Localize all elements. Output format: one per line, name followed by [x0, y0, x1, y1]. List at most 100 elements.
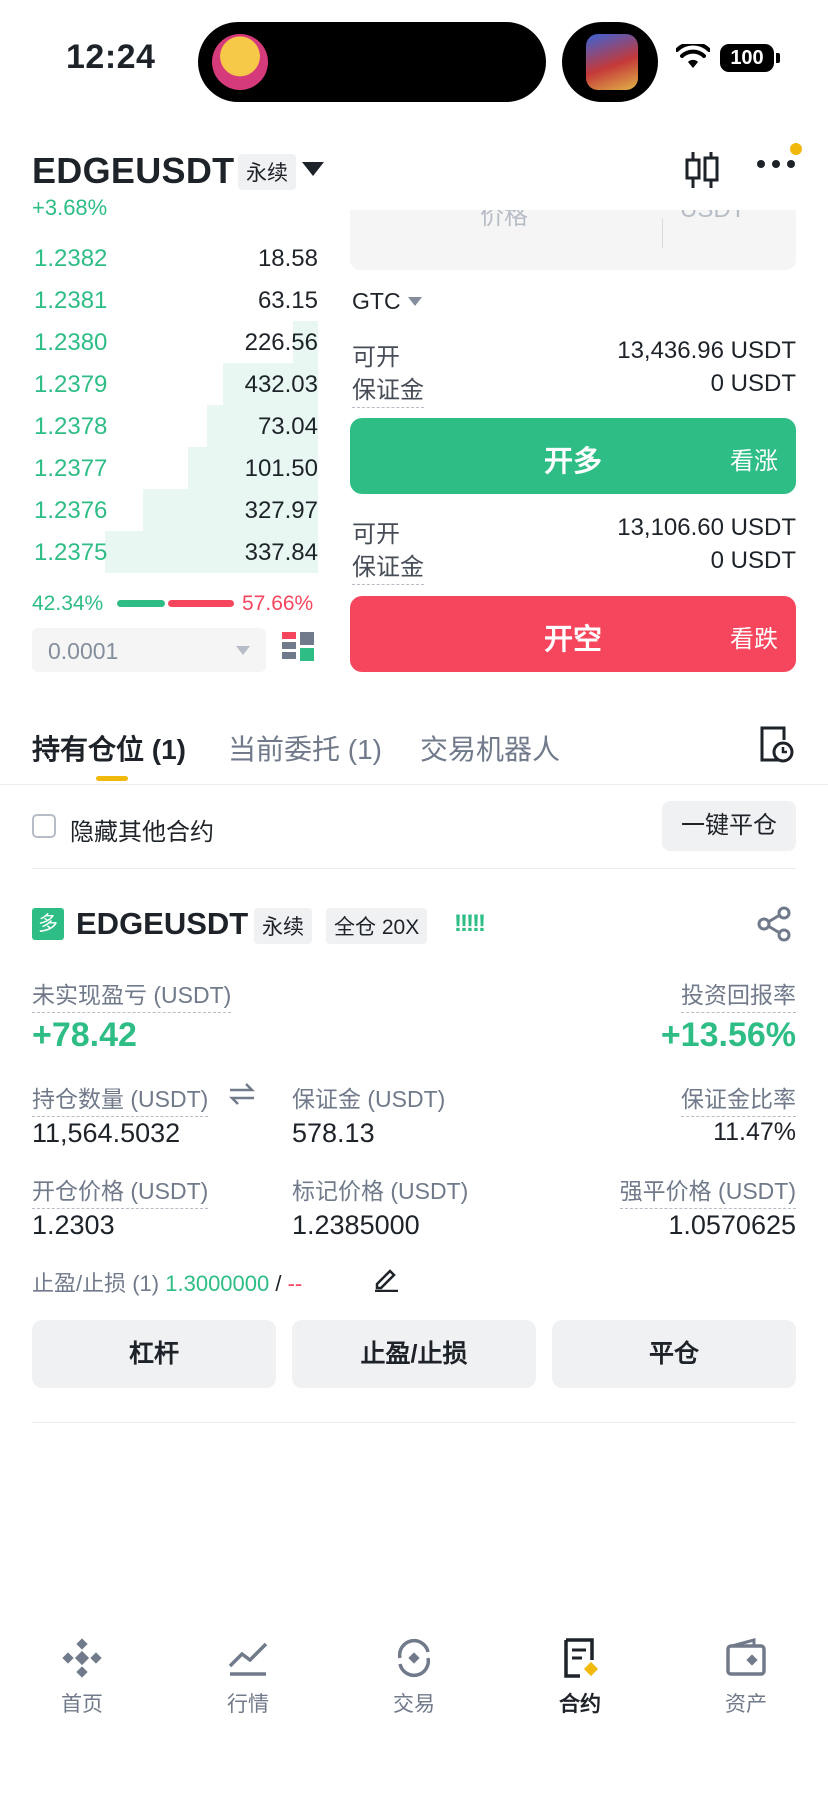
ob-price: 1.2381: [34, 287, 108, 314]
open-short-button[interactable]: 开空 看跌: [350, 596, 796, 672]
order-book-row[interactable]: 1.2378 73.04: [0, 405, 318, 447]
ob-qty: 73.04: [257, 413, 318, 440]
short-available-label: 可开: [352, 521, 400, 548]
buy-ratio-bar: [117, 600, 165, 607]
order-book-row[interactable]: 1.2381 63.15: [0, 279, 318, 321]
nav-assets[interactable]: 资产: [676, 1636, 816, 1718]
swap-units-icon[interactable]: [228, 1082, 256, 1106]
share-icon[interactable]: [756, 906, 792, 942]
edit-icon[interactable]: [372, 1264, 400, 1292]
nav-trade-label: 交易: [393, 1693, 435, 1716]
margin-ratio-label[interactable]: 保证金比率: [681, 1080, 796, 1117]
close-position-button[interactable]: 平仓: [552, 1320, 796, 1388]
margin-label: 保证金 (USDT): [292, 1086, 446, 1112]
divider: [32, 868, 796, 869]
margin-mode-tag[interactable]: 全仓 20X: [326, 908, 428, 944]
nav-futures[interactable]: 合约: [510, 1636, 650, 1718]
divider: [32, 1422, 796, 1423]
open-long-button[interactable]: 开多 看涨: [350, 418, 796, 494]
ob-price: 1.2379: [34, 371, 108, 398]
open-short-sublabel: 看跌: [730, 626, 778, 653]
hide-other-label[interactable]: 隐藏其他合约: [70, 812, 214, 847]
order-book-layout-icon[interactable]: [282, 632, 314, 666]
open-long-sublabel: 看涨: [730, 448, 778, 475]
margin-value: 578.13: [292, 1118, 375, 1148]
field-divider: [662, 218, 663, 248]
price-input[interactable]: 价格 USDT: [350, 210, 796, 270]
tpsl-row: 止盈/止损 (1) 1.3000000 / --: [32, 1266, 302, 1298]
chevron-down-icon: [408, 297, 422, 306]
ob-qty: 432.03: [244, 371, 318, 398]
order-book-row[interactable]: 1.2382 18.58: [0, 237, 318, 279]
home-icon: [62, 1638, 102, 1678]
long-margin-value: 0 USDT: [710, 370, 796, 397]
position-size-label[interactable]: 持仓数量 (USDT): [32, 1080, 209, 1117]
status-time: 12:24: [66, 38, 156, 76]
tpsl-label: 止盈/止损 (1): [32, 1271, 160, 1296]
liquidation-price-label[interactable]: 强平价格 (USDT): [619, 1172, 796, 1209]
tpsl-button[interactable]: 止盈/止损: [292, 1320, 536, 1388]
ob-price: 1.2377: [34, 455, 108, 482]
picture-in-picture-thumb[interactable]: [562, 22, 658, 102]
order-book-row[interactable]: 1.2377 101.50: [0, 447, 318, 489]
tab-trading-bots[interactable]: 交易机器人: [420, 728, 560, 768]
candlestick-chart-icon[interactable]: [684, 150, 720, 190]
battery-icon: 100: [720, 44, 774, 72]
more-icon[interactable]: [756, 158, 796, 170]
order-book-row[interactable]: 1.2380 226.56: [0, 321, 318, 363]
long-available-label: 可开: [352, 344, 400, 371]
symbol-title[interactable]: EDGEUSDT: [32, 150, 234, 192]
long-margin-label[interactable]: 保证金: [352, 370, 424, 408]
nav-markets-label: 行情: [227, 1693, 269, 1716]
leverage-button[interactable]: 杠杆: [32, 1320, 276, 1388]
ob-price: 1.2376: [34, 497, 108, 524]
short-margin-value: 0 USDT: [710, 547, 796, 574]
futures-icon: [564, 1638, 599, 1678]
order-book-row[interactable]: 1.2379 432.03: [0, 363, 318, 405]
position-symbol[interactable]: EDGEUSDT: [76, 906, 248, 942]
short-margin-label[interactable]: 保证金: [352, 547, 424, 585]
chevron-down-icon: [236, 646, 250, 655]
hide-other-checkbox[interactable]: [32, 814, 56, 838]
close-all-button[interactable]: 一键平仓: [662, 801, 796, 851]
adl-indicator[interactable]: !!!!!: [454, 910, 486, 938]
order-book-row[interactable]: 1.2376 327.97: [0, 489, 318, 531]
time-in-force-select[interactable]: GTC: [352, 288, 401, 315]
tab-open-orders[interactable]: 当前委托 (1): [228, 728, 382, 768]
ob-qty: 327.97: [244, 497, 318, 524]
chevron-down-icon[interactable]: [302, 162, 324, 176]
entry-price-label[interactable]: 开仓价格 (USDT): [32, 1172, 209, 1209]
sell-ratio-bar: [168, 600, 234, 607]
nav-home[interactable]: 首页: [12, 1636, 152, 1718]
short-available-value: 13,106.60 USDT: [617, 514, 796, 541]
contract-type-tag: 永续: [254, 908, 312, 944]
ob-qty: 63.15: [257, 287, 318, 314]
nav-trade[interactable]: 交易: [344, 1636, 484, 1718]
trade-icon: [397, 1639, 431, 1677]
nav-markets[interactable]: 行情: [178, 1636, 318, 1718]
active-tab-indicator: [96, 776, 128, 781]
markets-icon: [228, 1642, 268, 1676]
ob-qty: 226.56: [244, 329, 318, 356]
ob-qty: 18.58: [257, 245, 318, 272]
contract-type-tag: 永续: [238, 154, 296, 190]
divider: [0, 784, 828, 785]
mark-price-label: 标记价格 (USDT): [292, 1178, 469, 1204]
long-side-badge: 多: [32, 908, 64, 940]
sell-ratio: 57.66%: [242, 592, 314, 615]
wifi-icon: [676, 44, 710, 68]
order-history-icon[interactable]: [758, 724, 794, 764]
roi-label[interactable]: 投资回报率: [681, 976, 796, 1013]
tab-positions[interactable]: 持有仓位 (1): [32, 728, 186, 768]
nav-futures-label: 合约: [559, 1693, 601, 1716]
nav-home-label: 首页: [61, 1693, 103, 1716]
margin-ratio-value: 11.47%: [713, 1118, 796, 1146]
take-profit-value: 1.3000000: [165, 1271, 270, 1296]
position-size-value: 11,564.5032: [32, 1118, 181, 1148]
ob-qty: 101.50: [244, 455, 318, 482]
entry-price-value: 1.2303: [32, 1210, 115, 1240]
wallet-icon: [726, 1638, 766, 1676]
precision-value: 0.0001: [48, 638, 119, 664]
unrealized-pnl-label[interactable]: 未实现盈亏 (USDT): [32, 976, 232, 1013]
order-book-row[interactable]: 1.2375 337.84: [0, 531, 318, 573]
